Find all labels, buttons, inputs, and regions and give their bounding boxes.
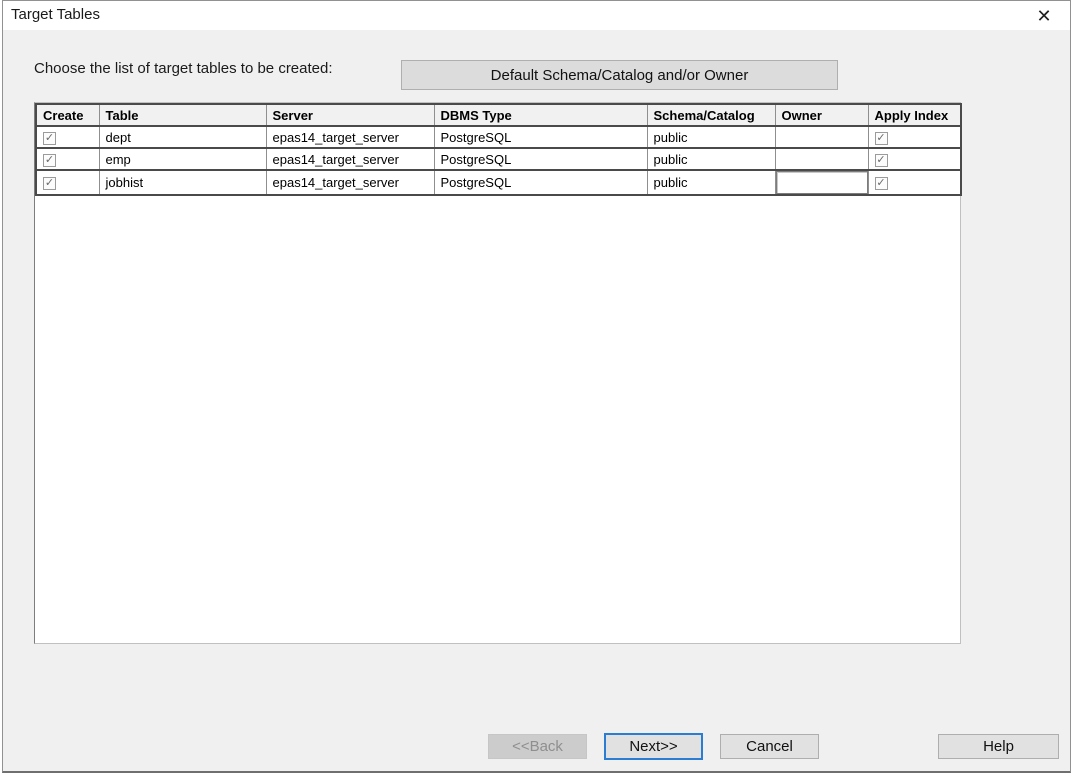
next-button[interactable]: Next>> xyxy=(604,733,703,760)
create-checkbox[interactable]: ✓ xyxy=(43,132,56,145)
server-cell[interactable]: epas14_target_server xyxy=(266,170,434,195)
column-header-schema-catalog[interactable]: Schema/Catalog xyxy=(647,104,775,126)
table-name-cell[interactable]: dept xyxy=(99,126,266,148)
column-header-table[interactable]: Table xyxy=(99,104,266,126)
owner-cell[interactable] xyxy=(775,148,868,170)
apply-index-cell[interactable]: ✓ xyxy=(868,170,961,195)
target-tables-table: Create Table Server DBMS Type Schema/Cat… xyxy=(35,103,962,196)
create-cell[interactable]: ✓ xyxy=(36,148,99,170)
back-button[interactable]: <<Back xyxy=(488,734,587,759)
column-header-dbms-type[interactable]: DBMS Type xyxy=(434,104,647,126)
table-name-cell[interactable]: emp xyxy=(99,148,266,170)
column-header-owner[interactable]: Owner xyxy=(775,104,868,126)
dbms-type-cell[interactable]: PostgreSQL xyxy=(434,170,647,195)
table-row-dept: ✓ dept epas14_target_server PostgreSQL p… xyxy=(36,126,961,148)
create-checkbox[interactable]: ✓ xyxy=(43,177,56,190)
table-header-row: Create Table Server DBMS Type Schema/Cat… xyxy=(36,104,961,126)
column-header-apply-index[interactable]: Apply Index xyxy=(868,104,961,126)
owner-cell[interactable] xyxy=(775,126,868,148)
checkmark-icon: ✓ xyxy=(876,178,887,189)
page-title: Target Tables xyxy=(11,6,100,23)
table-name-cell[interactable]: jobhist xyxy=(99,170,266,195)
apply-index-checkbox[interactable]: ✓ xyxy=(875,177,888,190)
owner-edit-input[interactable] xyxy=(776,171,868,194)
column-header-create[interactable]: Create xyxy=(36,104,99,126)
table-row-emp: ✓ emp epas14_target_server PostgreSQL pu… xyxy=(36,148,961,170)
schema-catalog-cell[interactable]: public xyxy=(647,170,775,195)
apply-index-checkbox[interactable]: ✓ xyxy=(875,132,888,145)
schema-catalog-cell[interactable]: public xyxy=(647,126,775,148)
create-checkbox[interactable]: ✓ xyxy=(43,154,56,167)
instruction-text: Choose the list of target tables to be c… xyxy=(34,60,333,77)
apply-index-checkbox[interactable]: ✓ xyxy=(875,154,888,167)
column-header-server[interactable]: Server xyxy=(266,104,434,126)
server-cell[interactable]: epas14_target_server xyxy=(266,126,434,148)
cancel-button[interactable]: Cancel xyxy=(720,734,819,759)
apply-index-cell[interactable]: ✓ xyxy=(868,148,961,170)
checkmark-icon: ✓ xyxy=(44,155,55,166)
default-schema-owner-button[interactable]: Default Schema/Catalog and/or Owner xyxy=(401,60,838,90)
checkmark-icon: ✓ xyxy=(876,133,887,144)
help-button[interactable]: Help xyxy=(938,734,1059,759)
schema-catalog-cell[interactable]: public xyxy=(647,148,775,170)
server-cell[interactable]: epas14_target_server xyxy=(266,148,434,170)
create-cell[interactable]: ✓ xyxy=(36,126,99,148)
checkmark-icon: ✓ xyxy=(876,155,887,166)
target-tables-dialog: Target Tables ✕ Choose the list of targe… xyxy=(2,0,1071,773)
target-tables-panel: Create Table Server DBMS Type Schema/Cat… xyxy=(34,102,961,644)
owner-cell[interactable] xyxy=(775,170,868,195)
table-row-jobhist: ✓ jobhist epas14_target_server PostgreSQ… xyxy=(36,170,961,195)
close-icon[interactable]: ✕ xyxy=(1031,4,1057,28)
dbms-type-cell[interactable]: PostgreSQL xyxy=(434,148,647,170)
checkmark-icon: ✓ xyxy=(44,178,55,189)
apply-index-cell[interactable]: ✓ xyxy=(868,126,961,148)
dbms-type-cell[interactable]: PostgreSQL xyxy=(434,126,647,148)
title-bar: Target Tables ✕ xyxy=(3,1,1070,30)
checkmark-icon: ✓ xyxy=(44,133,55,144)
create-cell[interactable]: ✓ xyxy=(36,170,99,195)
